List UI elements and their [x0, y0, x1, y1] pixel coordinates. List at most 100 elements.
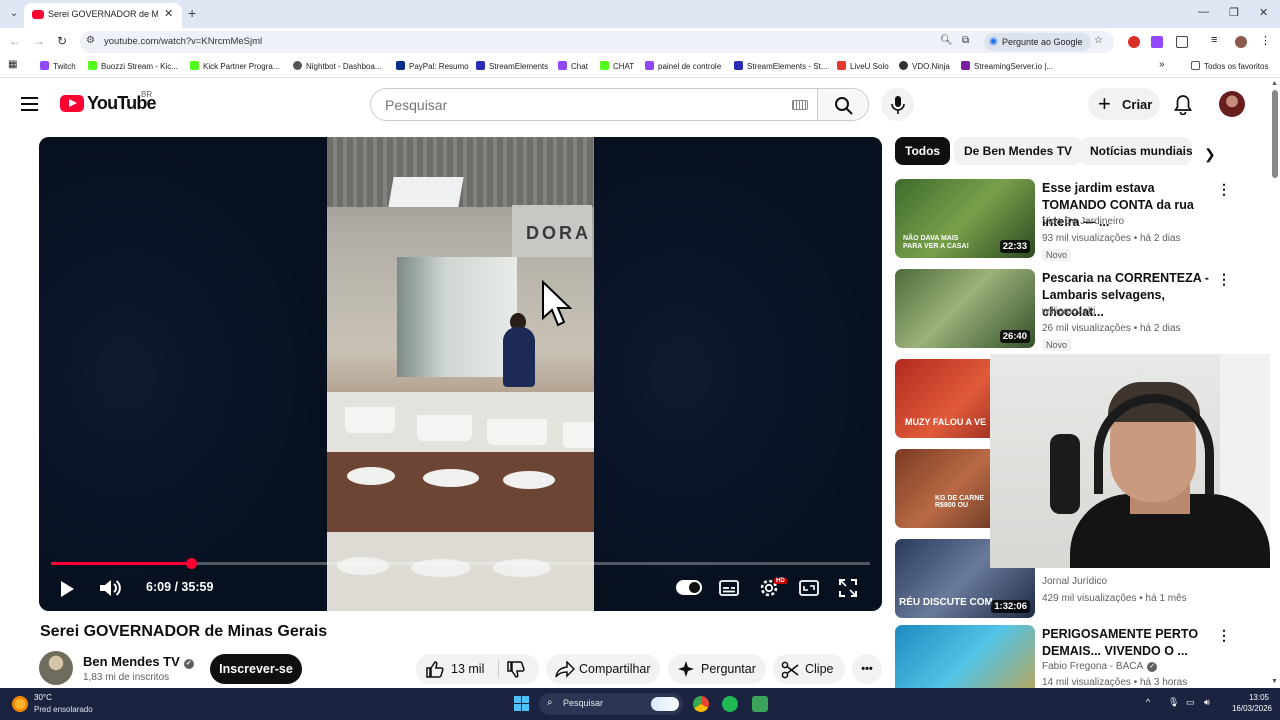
- subtitles-icon[interactable]: [719, 580, 739, 596]
- bookmark-item[interactable]: Chat: [558, 61, 588, 71]
- zoom-icon[interactable]: 🔍︎: [940, 35, 953, 46]
- bookmark-item[interactable]: Twitch: [40, 61, 76, 71]
- scroll-up-icon[interactable]: ▲: [1271, 80, 1278, 87]
- weather-description[interactable]: Pred ensolarado: [34, 705, 93, 714]
- channel-avatar[interactable]: [39, 651, 73, 685]
- weather-temperature[interactable]: 30°C: [34, 693, 52, 702]
- channel-name[interactable]: Fabio Fregona - BACA ✓: [1042, 661, 1158, 672]
- video-thumbnail[interactable]: 26:40: [895, 269, 1035, 348]
- guide-menu-icon[interactable]: [21, 97, 38, 111]
- page-scrollbar[interactable]: ▲ ▼: [1270, 78, 1280, 688]
- bookmark-star-icon[interactable]: ☆: [1094, 35, 1103, 46]
- theater-mode-icon[interactable]: [799, 580, 819, 596]
- bookmark-item[interactable]: LiveU Solo: [837, 61, 889, 71]
- account-avatar[interactable]: [1219, 91, 1245, 117]
- scrollbar-thumb[interactable]: [1272, 90, 1278, 178]
- microphone-tray-icon[interactable]: 🎙︎: [1168, 697, 1179, 708]
- ask-google-button[interactable]: ◉ Pergunte ao Google: [984, 33, 1091, 51]
- extension-twitch-icon[interactable]: [1151, 36, 1163, 48]
- new-tab-icon[interactable]: +: [188, 5, 196, 21]
- keyboard-icon[interactable]: [792, 100, 808, 110]
- site-info-icon[interactable]: ⚙: [86, 35, 95, 46]
- tab-close-icon[interactable]: ✕: [164, 7, 173, 20]
- clock-date[interactable]: 16/03/2026: [1222, 704, 1272, 713]
- chip-channel[interactable]: De Ben Mendes TV: [954, 137, 1083, 165]
- bookmark-item[interactable]: CHAT: [600, 61, 634, 71]
- chip-world-news[interactable]: Notícias mundiais: [1080, 137, 1192, 165]
- spotify-taskbar-icon[interactable]: [722, 696, 738, 712]
- bookmark-item[interactable]: Kick Partner Progra...: [190, 61, 279, 71]
- tab-search-icon[interactable]: ⌄: [6, 6, 22, 22]
- chrome-taskbar-icon[interactable]: [693, 696, 709, 712]
- reload-icon[interactable]: ↻: [57, 34, 67, 48]
- scroll-down-icon[interactable]: ▼: [1271, 678, 1278, 685]
- bookmark-item[interactable]: Buozzi Stream - Kic...: [88, 61, 178, 71]
- address-bar[interactable]: ⚙ youtube.com/watch?v=KNrcmMeSjml 🔍︎ ⧉ ◉…: [80, 31, 1114, 53]
- taskbar-search[interactable]: ⌕ Pesquisar: [539, 693, 683, 715]
- more-bookmarks-icon[interactable]: »: [1159, 59, 1165, 70]
- progress-scrubber[interactable]: [186, 558, 198, 569]
- channel-name[interactable]: Jornal Jurídico: [1042, 576, 1107, 587]
- bookmark-item[interactable]: Nightbot - Dashboa...: [293, 61, 382, 71]
- active-tab[interactable]: Serei GOVERNADOR de Minas Gerais ✕: [24, 3, 182, 28]
- notifications-bell-icon[interactable]: [1170, 92, 1196, 118]
- video-thumbnail[interactable]: NÃO DAVA MAIS PARA VER A CASA! 22:33: [895, 179, 1035, 258]
- bookmark-item[interactable]: StreamingServer.io |...: [961, 61, 1053, 71]
- like-count[interactable]: 13 mil: [451, 654, 484, 684]
- more-actions-button[interactable]: •••: [852, 654, 882, 684]
- bookmark-item[interactable]: VDO.Ninja: [899, 61, 950, 71]
- progress-bar[interactable]: [51, 558, 870, 569]
- ask-button[interactable]: Perguntar: [668, 654, 766, 684]
- search-button[interactable]: [817, 88, 869, 121]
- close-window-icon[interactable]: ✕: [1259, 6, 1268, 19]
- channel-name[interactable]: Ben Mendes TV ✓: [83, 654, 194, 669]
- bookmark-item[interactable]: StreamElements: [476, 61, 548, 71]
- media-controls-icon[interactable]: ≡: [1211, 34, 1223, 46]
- restore-icon[interactable]: ❐: [1229, 6, 1239, 19]
- subscribe-button[interactable]: Inscrever-se: [210, 654, 302, 684]
- voice-search-button[interactable]: [881, 88, 914, 121]
- card-menu-icon[interactable]: ⋮: [1217, 181, 1231, 198]
- search-input[interactable]: Pesquisar: [370, 88, 818, 121]
- install-app-icon[interactable]: ⧉: [962, 35, 969, 46]
- clip-button[interactable]: Clipe: [773, 654, 845, 684]
- weather-sun-icon[interactable]: [12, 696, 28, 712]
- create-button[interactable]: + Criar: [1088, 88, 1160, 120]
- speaker-icon[interactable]: 🔊︎: [1204, 697, 1210, 708]
- minimize-icon[interactable]: —: [1198, 6, 1209, 18]
- like-thumb-icon[interactable]: [426, 661, 444, 678]
- youtube-logo-icon[interactable]: [60, 95, 84, 112]
- apps-grid-icon[interactable]: ▦: [8, 59, 17, 70]
- card-menu-icon[interactable]: ⋮: [1217, 627, 1231, 644]
- tray-overflow-icon[interactable]: ^: [1146, 697, 1150, 707]
- browser-menu-icon[interactable]: ⋮: [1260, 34, 1272, 47]
- recommendation-card[interactable]: 26:40 Pescaria na CORRENTEZA - Lambaris …: [895, 269, 1267, 351]
- app-taskbar-icon[interactable]: [752, 696, 768, 712]
- extensions-puzzle-icon[interactable]: [1176, 36, 1188, 48]
- channel-name[interactable]: williamozeki: [1042, 306, 1095, 317]
- channel-name[interactable]: Vida De Jardineiro: [1042, 216, 1124, 227]
- all-bookmarks-folder[interactable]: Todos os favoritos: [1191, 61, 1268, 71]
- clock-time[interactable]: 13:05: [1239, 693, 1269, 702]
- back-icon[interactable]: ←: [9, 34, 21, 48]
- autoplay-toggle[interactable]: [676, 580, 702, 595]
- video-title[interactable]: PERIGOSAMENTE PERTO DEMAIS... VIVENDO O …: [1042, 626, 1214, 660]
- volume-icon[interactable]: [99, 578, 121, 598]
- extension-red-icon[interactable]: [1128, 36, 1140, 48]
- share-button[interactable]: Compartilhar: [546, 654, 660, 684]
- chip-all[interactable]: Todos: [895, 137, 951, 165]
- network-icon[interactable]: ▭: [1186, 697, 1195, 708]
- bookmark-item[interactable]: painel de controle: [645, 61, 721, 71]
- profile-avatar[interactable]: [1235, 36, 1247, 48]
- dislike-thumb-icon[interactable]: [507, 661, 525, 678]
- fullscreen-icon[interactable]: [839, 579, 857, 597]
- bookmark-item[interactable]: PayPal: Resumo: [396, 61, 469, 71]
- windows-start-icon[interactable]: [514, 696, 529, 711]
- play-icon[interactable]: [59, 580, 75, 598]
- recommendation-card[interactable]: NÃO DAVA MAIS PARA VER A CASA! 22:33 Ess…: [895, 179, 1267, 261]
- video-player[interactable]: DORA 6:09 / 35:59 HD: [39, 137, 882, 611]
- chips-next-chevron-icon[interactable]: ❯: [1204, 146, 1216, 163]
- forward-icon[interactable]: →: [33, 34, 45, 48]
- bookmark-item[interactable]: StreamElements - St...: [734, 61, 827, 71]
- card-menu-icon[interactable]: ⋮: [1217, 271, 1231, 288]
